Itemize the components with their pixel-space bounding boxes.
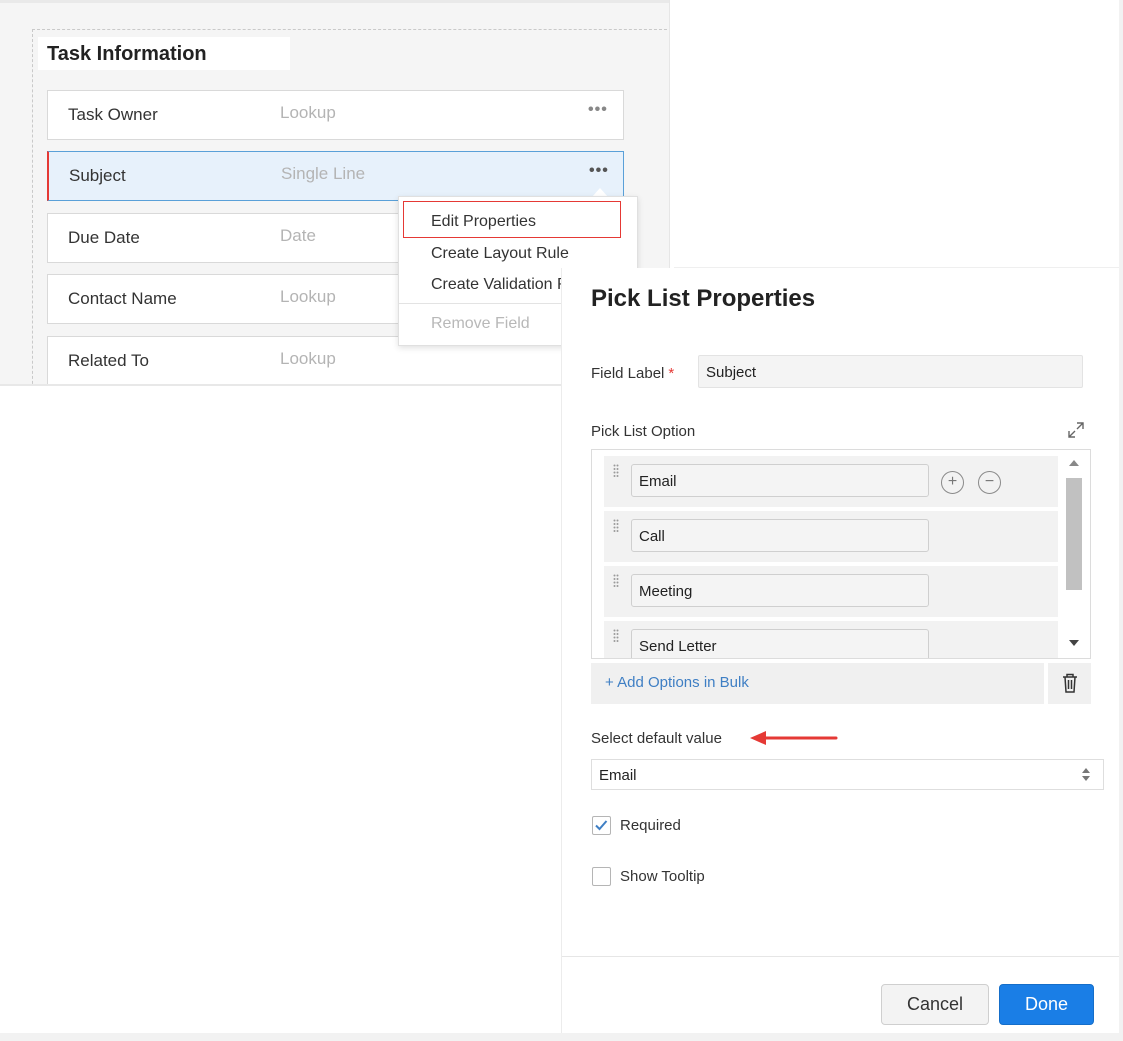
- default-value-selected: Email: [599, 767, 637, 784]
- default-value-label: Select default value: [591, 730, 722, 747]
- drag-handle-icon[interactable]: [613, 464, 619, 478]
- footer-divider: [562, 956, 1123, 957]
- field-type: Lookup: [280, 103, 336, 122]
- field-label-caption: Field Label *: [591, 365, 674, 382]
- right-edge-strip: [1119, 0, 1123, 1041]
- option-row: Send Letter: [604, 621, 1058, 658]
- field-row-subject[interactable]: Subject Single Line •••: [47, 151, 624, 201]
- scroll-down-icon[interactable]: [1069, 640, 1079, 646]
- field-row-task-owner[interactable]: Task Owner Lookup •••: [47, 90, 624, 140]
- delete-options-button[interactable]: [1048, 663, 1091, 704]
- field-type: Lookup: [280, 287, 336, 306]
- trash-icon: [1063, 673, 1077, 693]
- drag-handle-icon[interactable]: [613, 519, 619, 533]
- options-scrollbar[interactable]: [1066, 458, 1082, 652]
- field-label: Related To: [68, 351, 149, 370]
- option-input[interactable]: Send Letter: [631, 629, 929, 658]
- scroll-up-icon[interactable]: [1069, 460, 1079, 466]
- drag-handle-icon[interactable]: [613, 574, 619, 588]
- blank-area: [674, 0, 1123, 268]
- option-row: Meeting: [604, 566, 1058, 617]
- option-row: Call: [604, 511, 1058, 562]
- menu-item-remove-field: Remove Field: [431, 315, 530, 332]
- more-options-icon[interactable]: •••: [589, 162, 609, 180]
- default-value-select[interactable]: Email: [591, 759, 1104, 790]
- expand-icon[interactable]: [1067, 421, 1085, 439]
- option-row: Email + −: [604, 456, 1058, 507]
- select-arrows-icon: [1082, 768, 1090, 781]
- remove-option-icon[interactable]: −: [978, 471, 1001, 494]
- field-label-input[interactable]: Subject: [698, 355, 1083, 388]
- required-checkbox[interactable]: [592, 816, 611, 835]
- field-label: Due Date: [68, 228, 140, 247]
- option-input[interactable]: Call: [631, 519, 929, 552]
- field-type: Lookup: [280, 349, 336, 368]
- panel-title: Pick List Properties: [591, 285, 816, 312]
- add-option-icon[interactable]: +: [941, 471, 964, 494]
- done-button[interactable]: Done: [999, 984, 1094, 1025]
- pick-list-properties-panel: Pick List Properties Field Label * Subjec…: [561, 268, 1123, 1041]
- scroll-thumb[interactable]: [1066, 478, 1082, 590]
- highlight-box-edit-properties: [403, 201, 621, 238]
- field-label: Task Owner: [68, 105, 158, 124]
- field-label-text: Field Label: [591, 365, 665, 382]
- pick-list-option-label: Pick List Option: [591, 423, 696, 440]
- show-tooltip-label: Show Tooltip: [620, 868, 705, 885]
- field-type: Single Line: [281, 164, 366, 183]
- drag-handle-icon[interactable]: [613, 629, 619, 643]
- required-label: Required: [620, 817, 681, 834]
- checkmark-icon: [595, 820, 608, 831]
- field-label: Subject: [69, 166, 126, 185]
- menu-item-create-layout-rule[interactable]: Create Layout Rule: [431, 245, 569, 263]
- add-options-in-bulk-link[interactable]: + Add Options in Bulk: [591, 663, 1044, 704]
- option-input[interactable]: Meeting: [631, 574, 929, 607]
- cancel-button[interactable]: Cancel: [881, 984, 989, 1025]
- bottom-edge-strip: [0, 1033, 1123, 1041]
- more-options-icon[interactable]: •••: [588, 101, 608, 119]
- pick-list-options: Email + − Call Meeting Send Letter: [591, 449, 1091, 659]
- menu-item-create-validation-rule[interactable]: Create Validation R: [431, 276, 569, 294]
- option-input[interactable]: Email: [631, 464, 929, 497]
- field-label: Contact Name: [68, 289, 177, 308]
- show-tooltip-checkbox[interactable]: [592, 867, 611, 886]
- field-type: Date: [280, 226, 316, 245]
- required-star: *: [668, 365, 675, 382]
- editor-top-strip: [0, 0, 669, 3]
- section-title[interactable]: Task Information: [38, 37, 290, 70]
- annotation-arrow-icon: [750, 731, 838, 745]
